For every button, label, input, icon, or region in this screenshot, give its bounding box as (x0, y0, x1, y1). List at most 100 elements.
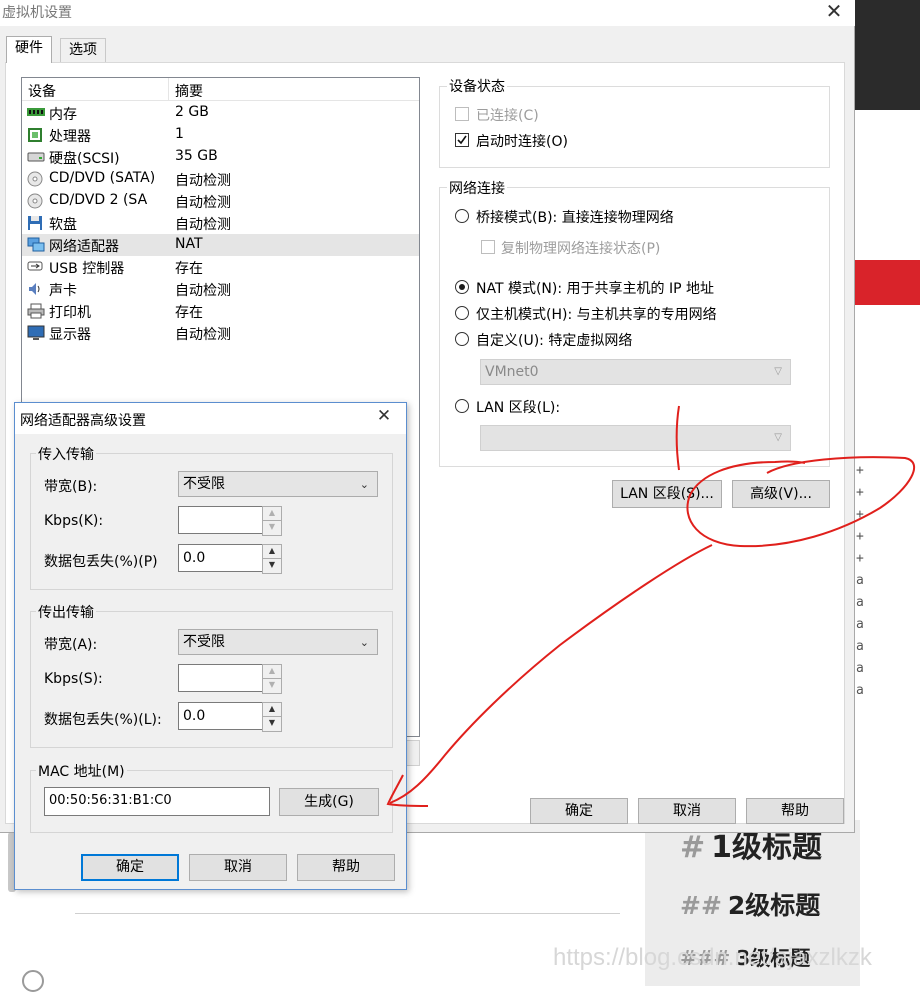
spin-down-icon[interactable]: ▼ (262, 716, 282, 732)
replicate-state-label: 复制物理网络连接状态(P) (501, 241, 661, 257)
outgoing-loss-input[interactable]: 0.0 (178, 702, 264, 730)
device-summary: 35 GB (175, 148, 218, 164)
device-row[interactable]: CD/DVD 2 (SA 自动检测 (22, 190, 419, 212)
device-row[interactable]: 声卡 自动检测 (22, 278, 419, 300)
spin-down-icon[interactable]: ▼ (262, 520, 282, 536)
side-mark: + (856, 485, 864, 500)
background-red-strip (855, 260, 920, 305)
md-heading-2-text: 2级标题 (727, 891, 821, 920)
device-name: 软盘 (49, 217, 77, 233)
device-summary: 自动检测 (175, 327, 231, 343)
hard-disk-icon (27, 149, 45, 165)
device-summary: 自动检测 (175, 217, 231, 233)
tab-hardware[interactable]: 硬件 (6, 36, 52, 63)
dialog-cancel-button[interactable]: 取消 (189, 854, 287, 881)
chevron-down-icon: ▽ (774, 432, 782, 443)
incoming-bandwidth-select[interactable]: 不受限 ⌄ (178, 471, 378, 497)
spin-down-icon[interactable]: ▼ (262, 558, 282, 574)
nat-label: NAT 模式(N): 用于共享主机的 IP 地址 (476, 281, 714, 297)
column-summary[interactable]: 摘要 (175, 81, 203, 101)
cancel-button[interactable]: 取消 (638, 798, 736, 824)
side-mark: + (856, 507, 864, 522)
device-summary: 自动检测 (175, 283, 231, 299)
device-row[interactable]: 显示器 自动检测 (22, 322, 419, 344)
outgoing-bandwidth-value: 不受限 (183, 634, 225, 650)
connected-label: 已连接(C) (476, 108, 539, 124)
connect-at-power-on-checkbox[interactable] (455, 133, 469, 147)
device-name: 网络适配器 (49, 239, 119, 255)
background-side-marks: + + + + + a a a a a a (856, 460, 870, 702)
lan-segments-button[interactable]: LAN 区段(S)... (612, 480, 722, 508)
cd-dvd-icon (27, 171, 45, 187)
device-status-group (439, 86, 830, 168)
help-button[interactable]: 帮助 (746, 798, 844, 824)
device-row[interactable]: CD/DVD (SATA) 自动检测 (22, 168, 419, 190)
column-device[interactable]: 设备 (28, 81, 56, 101)
spin-down-icon[interactable]: ▼ (262, 678, 282, 694)
close-icon[interactable]: ✕ (373, 408, 395, 428)
title-bar: 虚拟机设置 ✕ (0, 0, 855, 26)
outgoing-kbps-stepper[interactable]: ▲ ▼ (262, 664, 282, 694)
host-only-label: 仅主机模式(H): 与主机共享的专用网络 (476, 307, 717, 323)
incoming-loss-stepper[interactable]: ▲ ▼ (262, 544, 282, 574)
device-summary: 自动检测 (175, 173, 231, 189)
incoming-kbps-input[interactable] (178, 506, 264, 534)
device-name: 硬盘(SCSI) (49, 151, 120, 167)
incoming-loss-input[interactable]: 0.0 (178, 544, 264, 572)
device-row[interactable]: 网络适配器 NAT (22, 234, 419, 256)
column-separator[interactable] (168, 78, 169, 100)
generate-mac-button[interactable]: 生成(G) (279, 788, 379, 816)
lan-segment-select[interactable]: ▽ (480, 425, 791, 451)
host-only-radio[interactable] (455, 306, 469, 320)
device-row[interactable]: 内存 2 GB (22, 102, 419, 124)
device-row[interactable]: USB 控制器 存在 (22, 256, 419, 278)
network-connection-title: 网络连接 (447, 178, 507, 198)
device-list-header: 设备 摘要 (22, 78, 419, 101)
ok-button[interactable]: 确定 (530, 798, 628, 824)
custom-network-select[interactable]: VMnet0 ▽ (480, 359, 791, 385)
side-mark: a (856, 661, 864, 676)
outgoing-loss-label: 数据包丢失(%)(L): (44, 712, 162, 728)
device-status-title: 设备状态 (447, 76, 507, 96)
incoming-kbps-stepper[interactable]: ▲ ▼ (262, 506, 282, 536)
outgoing-kbps-input[interactable] (178, 664, 264, 692)
side-mark: + (856, 551, 864, 566)
bridged-label: 桥接模式(B): 直接连接物理网络 (476, 210, 674, 226)
custom-network-value: VMnet0 (485, 364, 539, 380)
device-row[interactable]: 软盘 自动检测 (22, 212, 419, 234)
device-row[interactable]: 打印机 存在 (22, 300, 419, 322)
side-mark: a (856, 573, 864, 588)
device-name: USB 控制器 (49, 261, 125, 277)
md-hash-2: ## (680, 891, 722, 920)
incoming-bandwidth-label: 带宽(B): (44, 479, 98, 495)
device-name: 处理器 (49, 129, 91, 145)
custom-radio[interactable] (455, 332, 469, 346)
sound-icon (27, 281, 45, 297)
bridged-radio[interactable] (455, 209, 469, 223)
dialog-help-button[interactable]: 帮助 (297, 854, 395, 881)
advanced-button[interactable]: 高级(V)... (732, 480, 830, 508)
dialog-ok-button[interactable]: 确定 (81, 854, 179, 881)
nat-radio[interactable] (455, 280, 469, 294)
outgoing-loss-stepper[interactable]: ▲ ▼ (262, 702, 282, 732)
lan-segment-radio[interactable] (455, 399, 469, 413)
lan-segment-label: LAN 区段(L): (476, 400, 561, 416)
background-divider (75, 913, 620, 914)
device-row[interactable]: 硬盘(SCSI) 35 GB (22, 146, 419, 168)
tab-options[interactable]: 选项 (60, 38, 106, 63)
outgoing-bandwidth-select[interactable]: 不受限 ⌄ (178, 629, 378, 655)
device-summary: 自动检测 (175, 195, 231, 211)
mac-address-input[interactable]: 00:50:56:31:B1:C0 (44, 787, 270, 816)
replicate-state-checkbox[interactable] (481, 240, 495, 254)
outgoing-title: 传出传输 (36, 602, 96, 622)
device-name: CD/DVD (SATA) (49, 170, 156, 186)
device-row[interactable]: 处理器 1 (22, 124, 419, 146)
outgoing-kbps-label: Kbps(S): (44, 671, 103, 687)
device-name: 内存 (49, 107, 77, 123)
mac-title: MAC 地址(M) (36, 761, 127, 781)
md-heading-1-text: 1级标题 (711, 830, 823, 865)
window-title: 虚拟机设置 (2, 5, 72, 21)
connected-checkbox[interactable] (455, 107, 469, 121)
close-icon[interactable]: ✕ (822, 1, 846, 23)
cd-dvd-icon (27, 193, 45, 209)
